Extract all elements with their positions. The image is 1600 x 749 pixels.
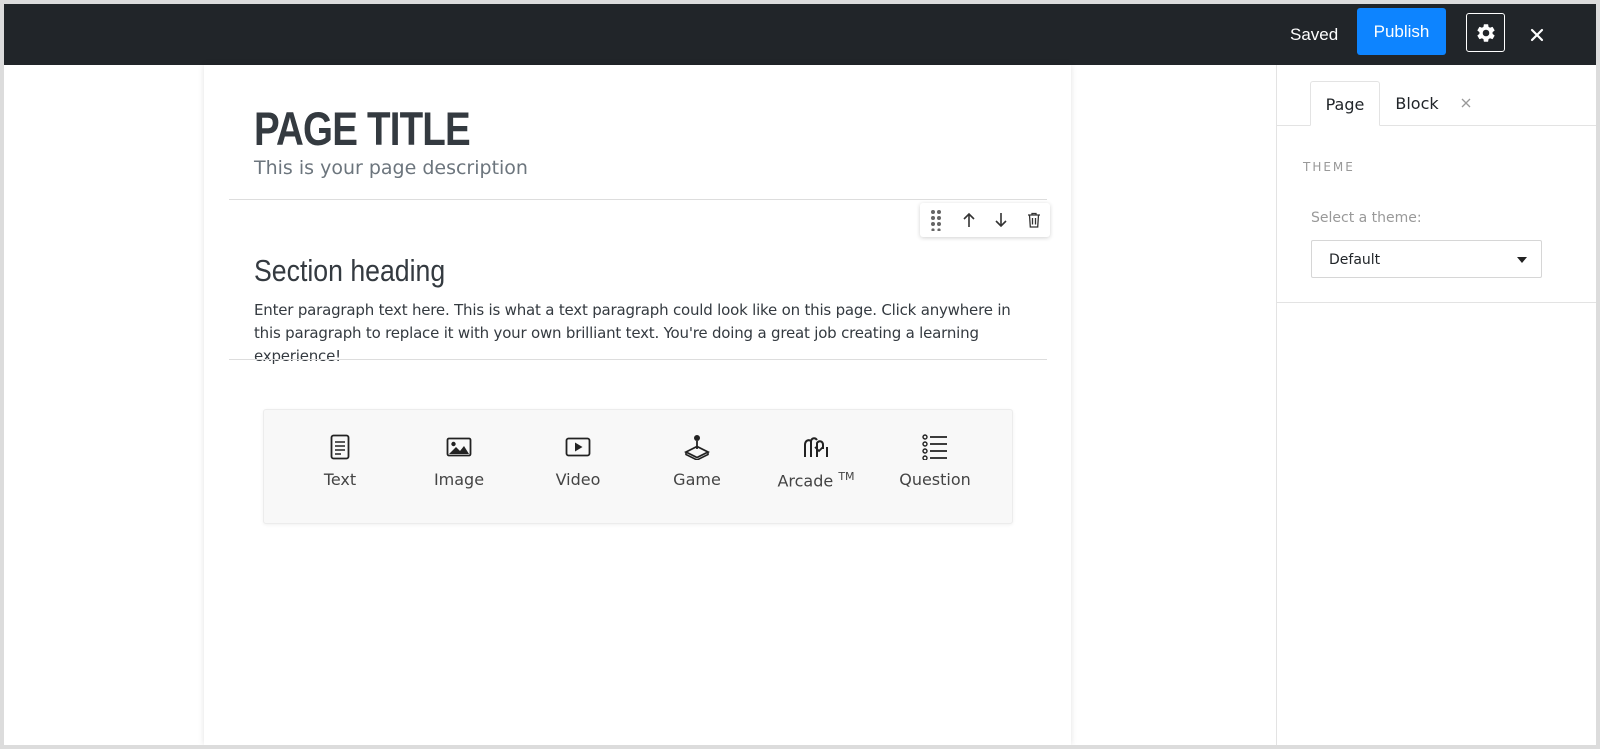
block-toolbar [920,203,1050,237]
add-image-block-button[interactable]: Image [400,432,518,502]
page-title[interactable]: PAGE TITLE [254,101,471,156]
block-label: Arcade TM [757,470,875,490]
delete-block-button[interactable] [1018,203,1051,237]
move-up-button[interactable] [953,203,986,237]
editor-canvas: PAGE TITLE This is your page description [4,65,1276,745]
trademark: TM [838,470,855,483]
arrow-up-icon [963,212,975,227]
theme-select[interactable]: Default [1311,240,1542,278]
page-paper: PAGE TITLE This is your page description [204,65,1071,745]
list-icon [922,434,947,460]
save-status: Saved [1290,25,1339,44]
block-label: Question [899,470,971,489]
block-label: Text [323,470,357,489]
trash-icon [1027,212,1040,228]
divider [229,199,1047,200]
block-label: Game [673,470,721,489]
settings-sidebar: Page Block THEME Select a theme: Default [1276,65,1596,745]
close-editor-button[interactable] [1524,22,1550,48]
gear-icon [1476,23,1495,42]
add-question-block-button[interactable]: Question [876,432,994,502]
arrow-down-icon [995,213,1007,228]
video-play-icon [565,437,591,457]
add-block-picker: Text Image Video Game Arcade TM Question [263,409,1013,524]
close-icon [1461,98,1471,108]
chevron-down-icon [1517,257,1527,263]
image-icon [446,437,472,457]
divider [229,359,1047,360]
block-label: Video [555,470,601,489]
joystick-icon [684,435,710,460]
section-paragraph[interactable]: Enter paragraph text here. This is what … [254,299,1034,368]
add-arcade-block-button[interactable]: Arcade TM [757,432,875,502]
top-bar: Saved Publish [4,4,1596,65]
arcade-label: Arcade [777,471,834,491]
add-game-block-button[interactable]: Game [638,432,756,502]
theme-section-label: THEME [1303,160,1355,174]
close-icon [1530,28,1544,42]
app-window: Saved Publish PAGE TITLE This is your pa… [4,4,1596,745]
tab-page[interactable]: Page [1310,81,1380,126]
publish-button[interactable]: Publish [1357,8,1446,55]
drag-handle-button[interactable] [920,203,953,237]
drag-handle-icon [931,210,942,231]
move-down-button[interactable] [985,203,1018,237]
section-heading[interactable]: Section heading [254,253,445,289]
close-block-tab-button[interactable] [1459,95,1473,113]
page-description[interactable]: This is your page description [254,157,528,179]
theme-select-label: Select a theme: [1311,210,1422,226]
settings-button[interactable] [1466,13,1505,52]
add-video-block-button[interactable]: Video [519,432,637,502]
sidebar-tabs: Page Block [1277,65,1596,126]
divider [1277,302,1596,303]
tab-block[interactable]: Block [1387,81,1447,126]
block-label: Image [433,470,485,489]
theme-select-value: Default [1329,252,1381,268]
text-document-icon [330,434,350,460]
arcade-icon [804,437,828,457]
add-text-block-button[interactable]: Text [281,432,399,502]
